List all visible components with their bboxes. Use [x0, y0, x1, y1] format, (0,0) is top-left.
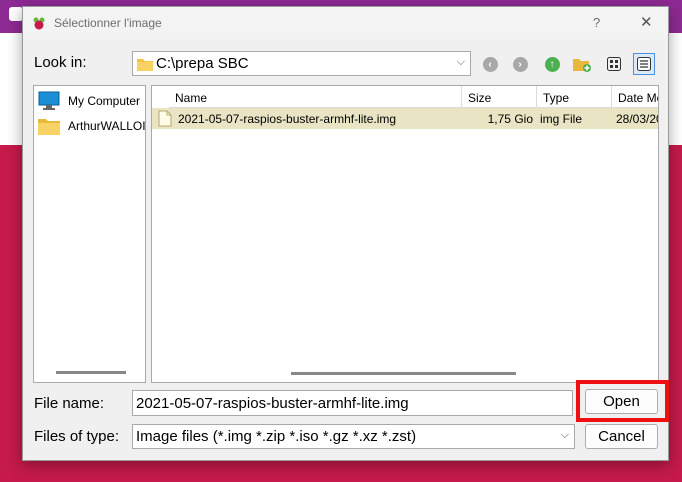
dialog-title: Sélectionner l'image [54, 16, 162, 30]
file-dialog: Sélectionner l'image ? ✕ Look in: C:\pre… [22, 6, 669, 461]
list-view-icon [607, 57, 621, 71]
file-date-cell: 28/03/20 [616, 112, 659, 126]
file-type-label: Files of type: [34, 428, 120, 445]
list-view-button[interactable] [603, 53, 625, 75]
chevron-down-icon: ⌵ [456, 56, 465, 68]
look-in-label: Look in: [34, 54, 87, 71]
help-button[interactable]: ? [593, 15, 600, 30]
sidebar-item-label: ArthurWALLOI [68, 119, 146, 133]
file-icon [158, 110, 172, 127]
folder-icon [137, 59, 153, 71]
folder-icon [38, 119, 60, 135]
sidebar-item-arthurwalloi[interactable]: ArthurWALLOI [38, 116, 146, 136]
forward-button[interactable]: › [509, 53, 531, 75]
file-type-cell: img File [540, 112, 583, 126]
open-button[interactable]: Open [585, 389, 658, 414]
file-size-cell: 1,75 Gio [487, 112, 533, 126]
file-name-input[interactable] [132, 390, 573, 416]
places-sidebar: My Computer ArthurWALLOI [33, 85, 146, 383]
detail-view-icon [637, 57, 651, 71]
sidebar-item-label: My Computer [68, 94, 141, 108]
look-in-combo[interactable]: C:\prepa SBC ⌵ [132, 51, 471, 76]
file-list: ^ Name Size Type Date Mo 2021-05-07-rasp… [151, 85, 659, 383]
background-app-icon [9, 7, 23, 21]
column-header-type[interactable]: Type [537, 86, 612, 108]
file-name-cell: 2021-05-07-raspios-buster-armhf-lite.img [178, 112, 397, 126]
sidebar-scrollbar[interactable] [56, 371, 126, 374]
raspberry-icon [33, 17, 45, 30]
chevron-down-icon: ⌵ [560, 429, 569, 441]
column-header-name[interactable]: Name [169, 86, 462, 108]
forward-icon: › [512, 56, 528, 72]
new-folder-button[interactable] [571, 53, 593, 75]
file-type-combo[interactable]: Image files (*.img *.zip *.iso *.gz *.xz… [132, 424, 575, 449]
detail-view-button[interactable] [633, 53, 655, 75]
parent-folder-button[interactable]: ↑ [541, 53, 563, 75]
close-button[interactable]: ✕ [640, 13, 653, 31]
parent-folder-icon: ↑ [544, 56, 560, 72]
new-folder-icon [573, 59, 591, 72]
file-row[interactable]: 2021-05-07-raspios-buster-armhf-lite.img… [152, 108, 659, 129]
file-type-value: Image files (*.img *.zip *.iso *.gz *.xz… [136, 428, 417, 445]
column-header-date[interactable]: Date Mo [612, 86, 658, 108]
back-icon: ‹ [482, 56, 498, 72]
file-name-label: File name: [34, 395, 105, 412]
computer-icon [38, 91, 60, 110]
column-header-size[interactable]: Size [462, 86, 537, 108]
cancel-button[interactable]: Cancel [585, 424, 658, 449]
sidebar-item-my-computer[interactable]: My Computer [38, 91, 140, 111]
dialog-titlebar: Sélectionner l'image ? ✕ [23, 7, 668, 39]
look-in-value: C:\prepa SBC [156, 55, 249, 72]
file-list-scrollbar[interactable] [291, 372, 516, 375]
back-button[interactable]: ‹ [479, 53, 501, 75]
